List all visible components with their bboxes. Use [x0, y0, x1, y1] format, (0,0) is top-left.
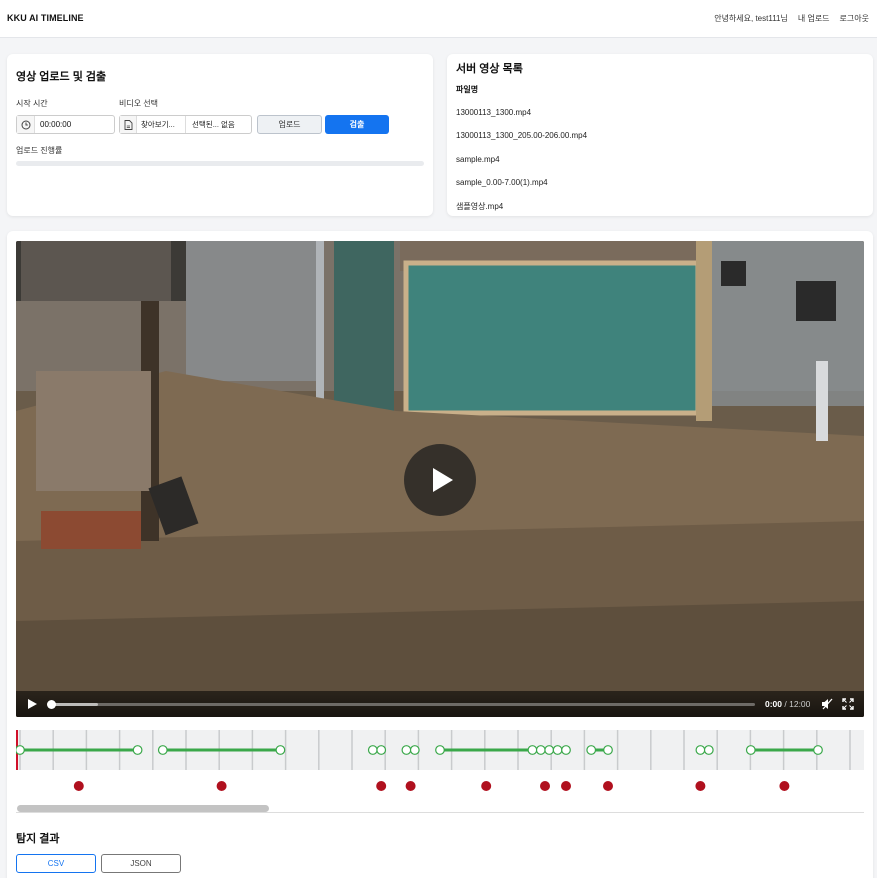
server-file-item[interactable]: 샘플영상.mp4 [456, 201, 503, 212]
segment-endpoint[interactable] [535, 745, 546, 755]
my-uploads-link[interactable]: 내 업로드 [798, 13, 830, 24]
segment-endpoint[interactable] [586, 745, 597, 755]
clock-icon [17, 116, 35, 133]
start-time-value: 00:00:00 [40, 120, 72, 129]
segment-endpoint[interactable] [745, 745, 756, 755]
detection-marker[interactable] [540, 781, 550, 791]
segment-endpoint[interactable] [401, 745, 412, 755]
fullscreen-icon[interactable] [842, 698, 854, 710]
segment-endpoint[interactable] [695, 745, 706, 755]
video-player[interactable]: 0:00 / 12:00 [16, 241, 864, 717]
segment-endpoint[interactable] [409, 745, 420, 755]
detection-results-title: 탐지 결과 [16, 833, 60, 845]
server-file-item[interactable]: 13000113_1300_205.00-206.00.mp4 [456, 131, 587, 140]
video-select-label: 비디오 선택 [119, 99, 159, 108]
detection-marker[interactable] [695, 781, 706, 791]
upload-button[interactable]: 업로드 [257, 115, 322, 134]
segment-endpoint[interactable] [703, 745, 714, 755]
segment-endpoint[interactable] [561, 745, 571, 755]
detection-marker[interactable] [376, 781, 387, 791]
detection-marker[interactable] [405, 781, 416, 791]
segment-endpoint[interactable] [376, 745, 387, 755]
server-file-item[interactable]: 13000113_1300.mp4 [456, 108, 531, 117]
center-play-button[interactable] [404, 444, 476, 516]
upload-progress-bar [16, 161, 424, 166]
segment-endpoint[interactable] [603, 745, 613, 755]
server-list-title: 서버 영상 목록 [456, 63, 523, 75]
seek-buffered [49, 703, 98, 706]
timeline-track [16, 730, 851, 770]
detection-marker[interactable] [481, 781, 492, 791]
player-card: 0:00 / 12:00 탐지 결과 CSV JSON [7, 231, 873, 878]
detection-marker[interactable] [216, 781, 227, 791]
greeting-text: 안녕하세요, test111님 [714, 14, 788, 23]
server-video-list-card: 서버 영상 목록 파일명 13000113_1300.mp4 13000113_… [447, 54, 873, 216]
segment-endpoint[interactable] [813, 745, 823, 755]
upload-card: 영상 업로드 및 검출 시작 시간 비디오 선택 00:00:00 찾아보기..… [7, 54, 433, 216]
muted-speaker-icon[interactable] [820, 697, 834, 711]
timeline-scrollbar[interactable] [16, 803, 864, 813]
top-header: KKU AI TIMELINE 안녕하세요, test111님 내 업로드 로그… [0, 0, 877, 38]
segment-endpoint[interactable] [367, 745, 378, 755]
marker-track [73, 781, 790, 791]
detection-marker[interactable] [73, 781, 84, 791]
video-file-input[interactable]: 찾아보기... 선택된... 없음 [119, 115, 252, 134]
detect-button[interactable]: 검출 [325, 115, 389, 134]
server-file-item[interactable]: sample.mp4 [456, 155, 500, 164]
video-controls-bar: 0:00 / 12:00 [16, 691, 864, 717]
start-time-input[interactable]: 00:00:00 [16, 115, 115, 134]
detection-timeline[interactable] [16, 730, 864, 770]
segment-endpoint[interactable] [16, 745, 25, 755]
json-export-button[interactable]: JSON [101, 854, 181, 873]
play-icon[interactable] [26, 698, 38, 710]
detection-markers-row [16, 778, 864, 798]
start-time-label: 시작 시간 [16, 99, 48, 108]
detection-marker[interactable] [561, 781, 571, 791]
play-icon [433, 468, 453, 492]
seek-bar[interactable] [47, 700, 755, 709]
header-nav: 안녕하세요, test111님 내 업로드 로그아웃 [714, 13, 869, 24]
detection-marker[interactable] [779, 781, 790, 791]
segment-endpoint[interactable] [552, 745, 563, 755]
timeline-scroll-thumb[interactable] [17, 805, 269, 812]
time-display: 0:00 / 12:00 [765, 699, 810, 709]
csv-export-button[interactable]: CSV [16, 854, 96, 873]
detection-marker[interactable] [603, 781, 613, 791]
server-file-item[interactable]: sample_0.00-7.00(1).mp4 [456, 178, 548, 187]
filename-column-header: 파일명 [456, 85, 479, 94]
upload-card-title: 영상 업로드 및 검출 [16, 71, 107, 83]
segment-endpoint[interactable] [157, 745, 168, 755]
seek-handle[interactable] [47, 700, 56, 709]
segment-endpoint[interactable] [527, 745, 538, 755]
current-time: 0:00 [765, 699, 783, 709]
file-icon [120, 116, 137, 133]
segment-endpoint[interactable] [275, 745, 286, 755]
duration: 12:00 [789, 699, 811, 709]
segment-endpoint[interactable] [132, 745, 143, 755]
segment-endpoint[interactable] [435, 745, 445, 755]
logout-link[interactable]: 로그아웃 [840, 13, 869, 24]
segment-endpoint[interactable] [544, 745, 555, 755]
brand-logo[interactable]: KKU AI TIMELINE [7, 13, 84, 23]
upload-progress-label: 업로드 진행률 [16, 146, 63, 155]
browse-button[interactable]: 찾아보기... [137, 116, 186, 133]
no-file-text: 선택된... 없음 [192, 120, 235, 129]
